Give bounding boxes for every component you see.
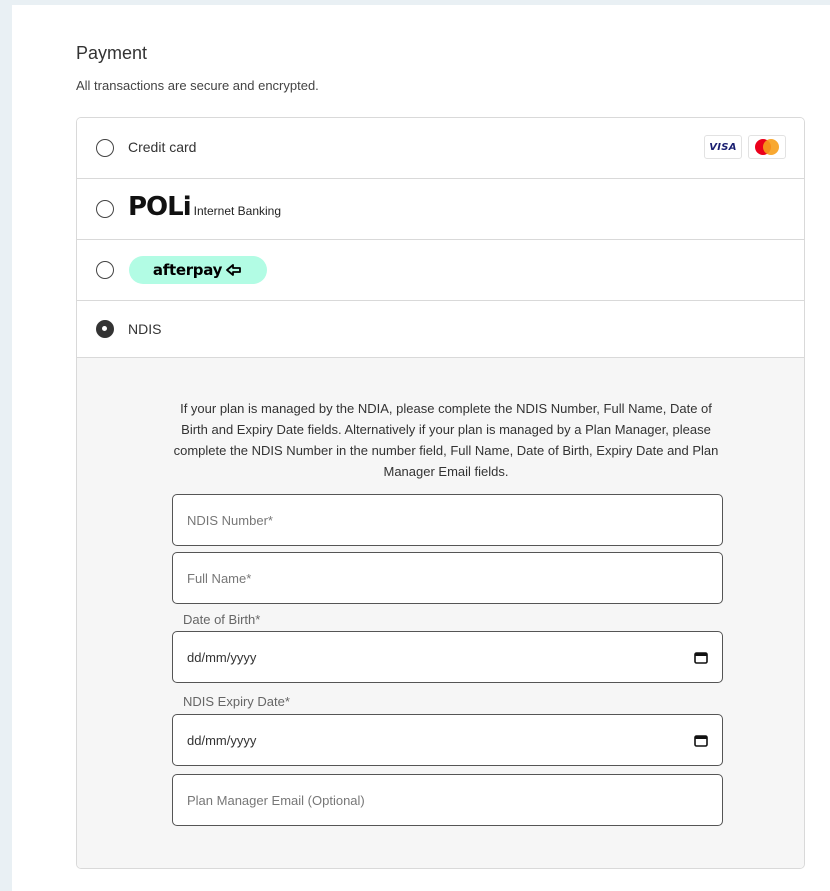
payment-methods: Credit card VISA POLi Internet Banking a… — [76, 117, 805, 869]
poli-logo: POLi Internet Banking — [128, 194, 281, 220]
poli-radio[interactable] — [96, 200, 114, 218]
date-of-birth-label: Date of Birth* — [183, 612, 261, 627]
afterpay-logo-text: afterpay — [152, 261, 223, 279]
ndis-info-text: If your plan is managed by the NDIA, ple… — [173, 401, 719, 479]
payment-title: Payment — [76, 43, 148, 63]
visa-logo-text: VISA — [709, 141, 737, 153]
calendar-icon[interactable] — [694, 734, 708, 747]
visa-logo: VISA — [704, 135, 742, 159]
ndis-expiry-date-label: NDIS Expiry Date* — [183, 694, 290, 709]
date-of-birth-placeholder: dd/mm/yyyy — [187, 649, 257, 665]
ndis-label: NDIS — [128, 321, 162, 337]
afterpay-radio[interactable] — [96, 261, 114, 279]
mastercard-logo — [748, 135, 786, 159]
payment-method-afterpay[interactable]: afterpay — [77, 240, 804, 301]
afterpay-logo: afterpay — [129, 256, 267, 284]
poli-logo-text: POLi — [128, 192, 192, 222]
ndis-form-panel: If your plan is managed by the NDIA, ple… — [77, 358, 804, 868]
payment-method-credit-card[interactable]: Credit card VISA — [77, 118, 804, 179]
payment-method-poli[interactable]: POLi Internet Banking — [77, 179, 804, 240]
payment-method-ndis[interactable]: NDIS — [77, 301, 804, 358]
ndis-number-input[interactable] — [172, 494, 723, 546]
calendar-icon[interactable] — [694, 651, 708, 664]
full-name-input[interactable] — [172, 552, 723, 604]
card-brand-logos: VISA — [704, 135, 786, 159]
afterpay-arrows-icon — [226, 264, 241, 276]
checkout-page: Payment All transactions are secure and … — [12, 5, 830, 891]
payment-subtitle: All transactions are secure and encrypte… — [76, 78, 319, 93]
credit-card-radio[interactable] — [96, 139, 114, 157]
ndis-expiry-date-placeholder: dd/mm/yyyy — [187, 732, 257, 748]
date-of-birth-input[interactable]: dd/mm/yyyy — [172, 631, 723, 683]
ndis-expiry-date-input[interactable]: dd/mm/yyyy — [172, 714, 723, 766]
poli-sub-label: Internet Banking — [193, 204, 282, 218]
plan-manager-email-input[interactable] — [172, 774, 723, 826]
credit-card-label: Credit card — [128, 139, 197, 155]
ndis-radio-selected[interactable] — [96, 320, 114, 338]
mastercard-icon — [754, 139, 780, 155]
